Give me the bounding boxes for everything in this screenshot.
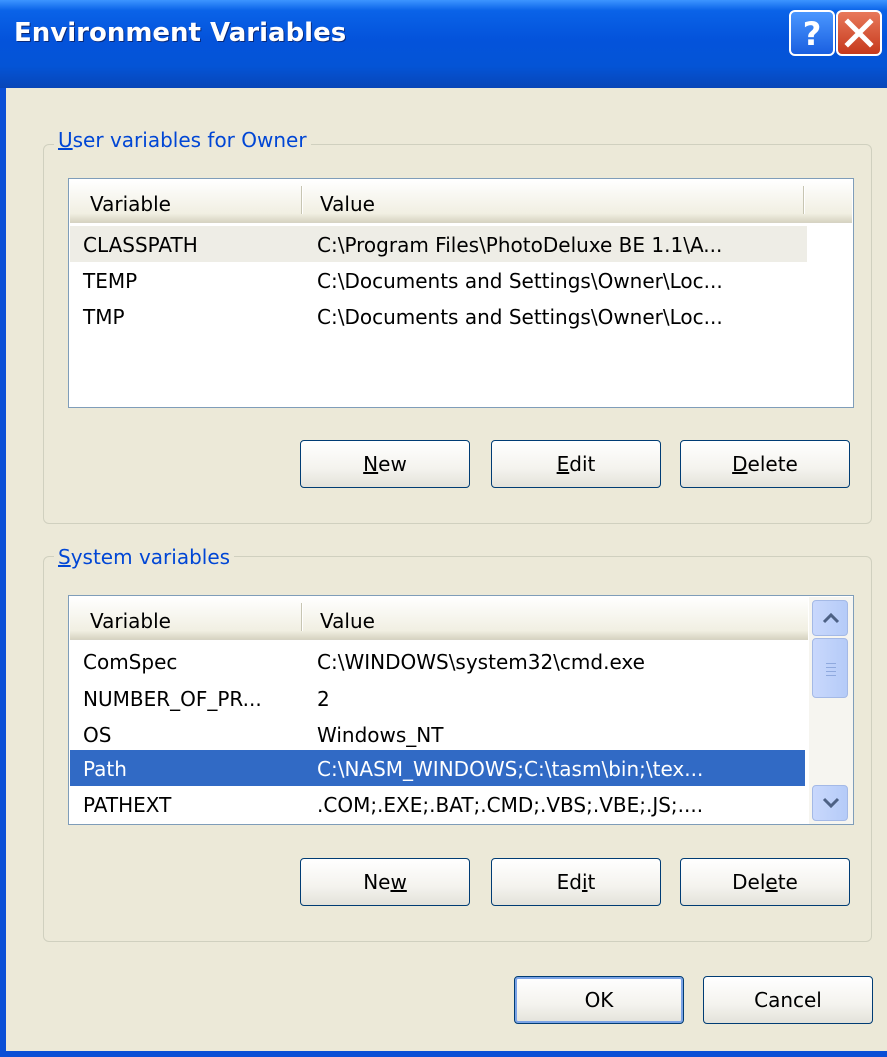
chevron-up-icon (822, 612, 840, 624)
system-variables-label: System variables (54, 545, 235, 569)
svg-text:?: ? (803, 15, 822, 53)
help-button[interactable]: ? (789, 10, 835, 56)
list-header: Variable Value (70, 597, 808, 640)
user-edit-button[interactable]: Edit (491, 440, 661, 488)
user-variables-label: User variables for Owner (54, 128, 311, 152)
chevron-down-icon (822, 797, 840, 809)
system-variables-list[interactable]: Variable Value ComSpec C:\WINDOWS\system… (68, 595, 854, 825)
column-separator[interactable] (803, 186, 805, 214)
system-delete-button[interactable]: Delete (680, 858, 850, 906)
system-new-button[interactable]: New (300, 858, 470, 906)
cancel-button[interactable]: Cancel (703, 976, 873, 1024)
list-item-selected[interactable]: Path C:\NASM_WINDOWS;C:\tasm\bin;\tex... (70, 750, 805, 786)
column-header-variable[interactable]: Variable (90, 192, 171, 216)
column-separator[interactable] (301, 186, 303, 214)
user-delete-button[interactable]: Delete (680, 440, 850, 488)
close-button[interactable] (836, 10, 882, 56)
column-separator[interactable] (301, 603, 303, 631)
environment-variables-dialog: Environment Variables ? User variables f… (0, 0, 887, 1057)
question-icon: ? (803, 15, 822, 53)
ok-button[interactable]: OK (514, 976, 684, 1024)
close-icon (844, 18, 874, 48)
vertical-scrollbar[interactable] (809, 597, 853, 824)
list-item[interactable]: CLASSPATH C:\Program Files\PhotoDeluxe B… (70, 226, 807, 262)
scroll-up-button[interactable] (812, 600, 848, 636)
title-bar[interactable]: Environment Variables ? (0, 0, 887, 88)
user-new-button[interactable]: New (300, 440, 470, 488)
system-edit-button[interactable]: Edit (491, 858, 661, 906)
column-header-variable[interactable]: Variable (90, 609, 171, 633)
scroll-down-button[interactable] (812, 785, 848, 821)
scroll-thumb[interactable] (812, 638, 848, 698)
column-header-value[interactable]: Value (320, 609, 375, 633)
window-title: Environment Variables (14, 18, 347, 48)
user-variables-list[interactable]: Variable Value CLASSPATH C:\Program File… (68, 178, 854, 408)
column-header-value[interactable]: Value (320, 192, 375, 216)
list-header: Variable Value (70, 180, 852, 223)
